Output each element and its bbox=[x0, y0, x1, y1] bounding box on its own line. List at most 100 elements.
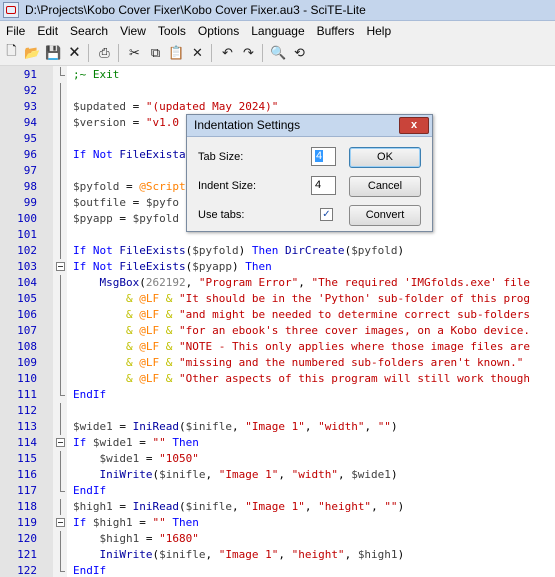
code-token: "1680" bbox=[159, 532, 199, 545]
fold-line-marker bbox=[56, 291, 65, 307]
code-token: & bbox=[159, 292, 179, 305]
code-token: , bbox=[185, 276, 199, 289]
redo-icon[interactable]: ↷ bbox=[239, 43, 258, 62]
open-folder-icon[interactable]: 📂 bbox=[23, 43, 42, 62]
menu-edit[interactable]: Edit bbox=[31, 24, 64, 38]
ok-button[interactable]: OK bbox=[349, 147, 421, 168]
code-line[interactable]: 112 bbox=[0, 403, 555, 419]
code-line[interactable]: 111 EndIf bbox=[0, 387, 555, 403]
print-icon[interactable]: ⎙ bbox=[95, 43, 114, 62]
code-token: ) bbox=[238, 244, 252, 257]
code-line[interactable]: 122 EndIf bbox=[0, 563, 555, 577]
tab-size-input[interactable]: 4 bbox=[311, 147, 336, 166]
convert-button[interactable]: Convert bbox=[349, 205, 421, 226]
code-line[interactable]: 92 bbox=[0, 83, 555, 99]
code-line[interactable]: 113 $wide1 = IniRead($inifle, "Image 1", … bbox=[0, 419, 555, 435]
code-line[interactable]: 118 $high1 = IniRead($inifle, "Image 1", … bbox=[0, 499, 555, 515]
code-line[interactable]: 106 & @LF & "and might be needed to dete… bbox=[0, 307, 555, 323]
code-token: "Other aspects of this program will stil… bbox=[178, 372, 530, 385]
code-token: @LF bbox=[139, 292, 160, 305]
line-number: 111 bbox=[17, 388, 37, 401]
code-line[interactable]: 103 If Not FileExists($pyapp) Then bbox=[0, 259, 555, 275]
menu-view[interactable]: View bbox=[114, 24, 152, 38]
code-token: ( bbox=[178, 500, 186, 513]
fold-line-marker bbox=[56, 387, 65, 403]
new-file-icon[interactable]: 🗋 bbox=[2, 43, 21, 62]
code-token: "Program Error" bbox=[198, 276, 299, 289]
dialog-close-button[interactable]: x bbox=[399, 117, 429, 134]
code-line[interactable]: 120 $high1 = "1680" bbox=[0, 531, 555, 547]
code-line[interactable]: 93 $updated = "(updated May 2024)" bbox=[0, 99, 555, 115]
code-token: "and might be needed to determine correc… bbox=[178, 308, 530, 321]
code-line[interactable]: 121 IniWrite($inifle, "Image 1", "height… bbox=[0, 547, 555, 563]
cancel-button[interactable]: Cancel bbox=[349, 176, 421, 197]
code-token: & bbox=[159, 324, 179, 337]
tab-size-value: 4 bbox=[315, 150, 324, 162]
fold-line-marker bbox=[56, 323, 65, 339]
code-text: & @LF & "NOTE - This only applies where … bbox=[73, 339, 530, 355]
menu-search[interactable]: Search bbox=[64, 24, 114, 38]
fold-line-marker bbox=[56, 371, 65, 387]
code-line[interactable]: 110 & @LF & "Other aspects of this progr… bbox=[0, 371, 555, 387]
line-number: 98 bbox=[23, 180, 37, 193]
code-token: $pyfold bbox=[192, 244, 239, 257]
paste-icon[interactable]: 📋 bbox=[167, 43, 186, 62]
fold-toggle-icon[interactable] bbox=[56, 435, 65, 451]
indent-size-label: Indent Size: bbox=[198, 180, 257, 192]
code-text: $version = "v1.0 bbox=[73, 115, 179, 131]
indent-size-input[interactable]: 4 bbox=[311, 176, 336, 195]
code-token: , bbox=[298, 276, 312, 289]
code-line[interactable]: 109 & @LF & "missing and the numbered su… bbox=[0, 355, 555, 371]
code-line[interactable]: 116 IniWrite($inifle, "Image 1", "width"… bbox=[0, 467, 555, 483]
code-token: = bbox=[119, 180, 140, 193]
menu-buffers[interactable]: Buffers bbox=[311, 24, 361, 38]
code-token: "width" bbox=[318, 420, 365, 433]
code-text: $high1 = "1680" bbox=[73, 531, 199, 547]
line-number: 105 bbox=[17, 292, 37, 305]
menu-file[interactable]: File bbox=[0, 24, 31, 38]
fold-toggle-icon[interactable] bbox=[56, 259, 65, 275]
save-icon[interactable]: 💾 bbox=[44, 43, 63, 62]
code-line[interactable]: 107 & @LF & "for an ebook's three cover … bbox=[0, 323, 555, 339]
close-file-icon[interactable]: 🗙 bbox=[65, 43, 84, 62]
menu-help[interactable]: Help bbox=[360, 24, 397, 38]
menu-tools[interactable]: Tools bbox=[152, 24, 192, 38]
code-token: EndIf bbox=[73, 484, 107, 497]
code-token: $wide1 bbox=[92, 436, 133, 449]
copy-icon[interactable]: ⧉ bbox=[146, 43, 165, 62]
code-text: If Not FileExista bbox=[73, 147, 186, 163]
code-line[interactable]: 104 MsgBox(262192, "Program Error", "The… bbox=[0, 275, 555, 291]
find-icon[interactable]: 🔍 bbox=[269, 43, 288, 62]
code-line[interactable]: 115 $wide1 = "1050" bbox=[0, 451, 555, 467]
code-line[interactable]: 91 ;~ Exit bbox=[0, 67, 555, 83]
code-token: ) bbox=[397, 548, 405, 561]
code-text: EndIf bbox=[73, 483, 106, 499]
menu-options[interactable]: Options bbox=[192, 24, 245, 38]
code-line[interactable]: 105 & @LF & "It should be in the 'Python… bbox=[0, 291, 555, 307]
line-number: 122 bbox=[17, 564, 37, 577]
code-token: "missing and the numbered sub-folders ar… bbox=[178, 356, 524, 369]
code-line[interactable]: 119 If $high1 = "" Then bbox=[0, 515, 555, 531]
code-token: ) bbox=[397, 500, 405, 513]
window-title: D:\Projects\Kobo Cover Fixer\Kobo Cover … bbox=[25, 3, 366, 17]
line-number: 121 bbox=[17, 548, 37, 561]
line-number: 118 bbox=[17, 500, 37, 513]
cut-icon[interactable]: ✂ bbox=[125, 43, 144, 62]
fold-toggle-icon[interactable] bbox=[56, 515, 65, 531]
code-token: If Not bbox=[73, 260, 120, 273]
code-token: DirCreate bbox=[284, 244, 345, 257]
delete-icon[interactable]: ✕ bbox=[188, 43, 207, 62]
code-line[interactable]: 117 EndIf bbox=[0, 483, 555, 499]
replace-icon[interactable]: ⟲ bbox=[290, 43, 309, 62]
code-text: $pyapp = $pyfold bbox=[73, 211, 179, 227]
menu-language[interactable]: Language bbox=[245, 24, 310, 38]
code-token: $outfile bbox=[73, 196, 126, 209]
code-line[interactable]: 114 If $wide1 = "" Then bbox=[0, 435, 555, 451]
code-token: @LF bbox=[139, 324, 160, 337]
code-line[interactable]: 102 If Not FileExists($pyfold) Then DirCr… bbox=[0, 243, 555, 259]
undo-icon[interactable]: ↶ bbox=[218, 43, 237, 62]
use-tabs-checkbox[interactable]: ✓ bbox=[320, 208, 333, 221]
code-line[interactable]: 108 & @LF & "NOTE - This only applies wh… bbox=[0, 339, 555, 355]
code-token: @LF bbox=[139, 356, 160, 369]
